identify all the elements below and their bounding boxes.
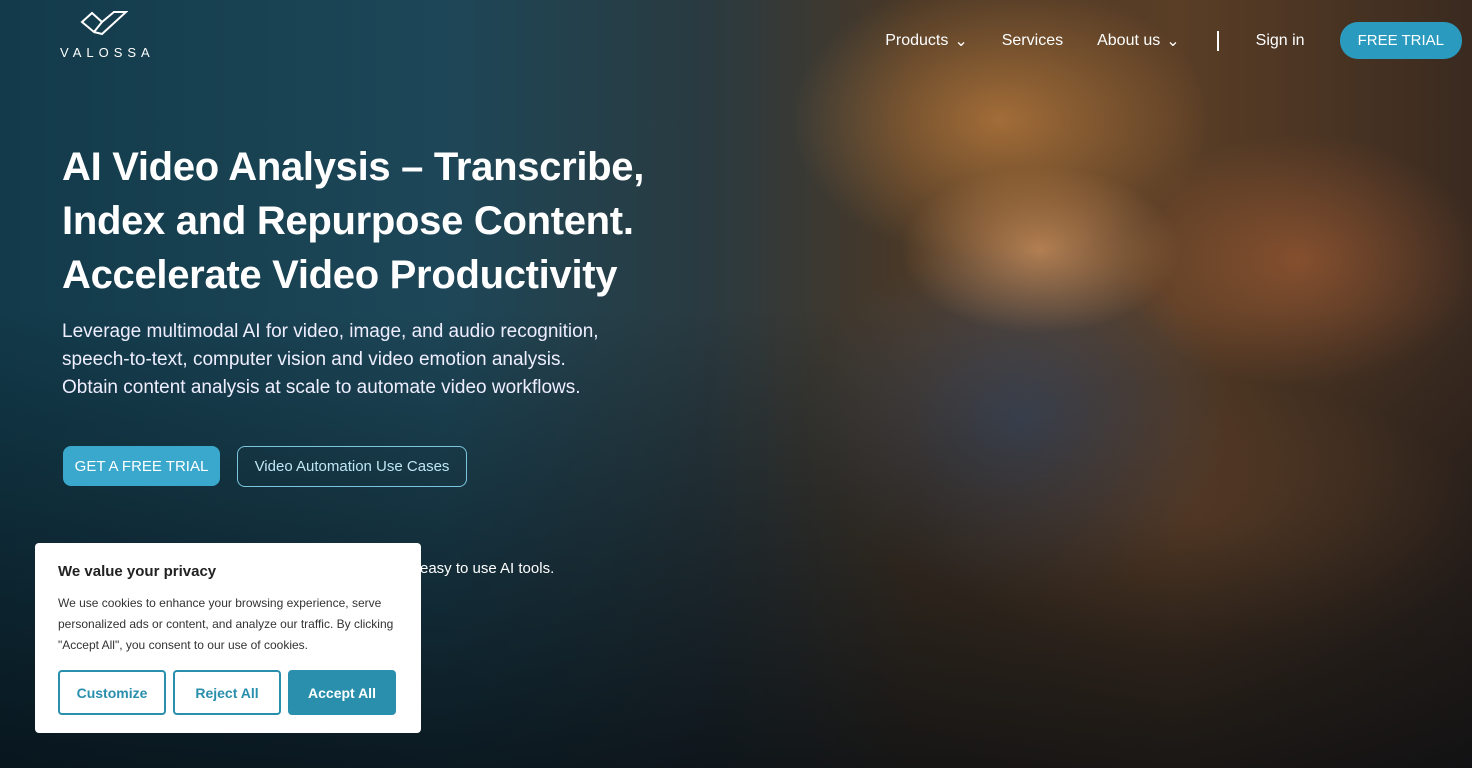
hero-partial-text: easy to use AI tools. — [420, 560, 555, 577]
hero-lead: Leverage multimodal AI for video, image,… — [62, 318, 599, 402]
cookie-body: We use cookies to enhance your browsing … — [58, 596, 394, 652]
nav-services[interactable]: Services — [1002, 32, 1063, 50]
lead-line: Leverage multimodal AI for video, image,… — [62, 321, 599, 342]
cookie-banner: We value your privacy We use cookies to … — [35, 543, 421, 733]
use-cases-button[interactable]: Video Automation Use Cases — [237, 446, 467, 487]
nav-label: About us — [1097, 31, 1161, 49]
chevron-down-icon: ⌄ — [954, 32, 968, 50]
title-line: AI Video Analysis – Transcribe, — [62, 145, 645, 189]
get-free-trial-button[interactable]: GET A FREE TRIAL — [63, 446, 220, 486]
hero-title: AI Video Analysis – Transcribe, Index and… — [62, 140, 644, 302]
chevron-down-icon: ⌄ — [1166, 32, 1180, 50]
logo-mark-icon — [80, 11, 129, 36]
valossa-logo[interactable]: VALOSSA — [56, 10, 152, 60]
brand-name: VALOSSA — [60, 45, 155, 60]
reject-all-button[interactable]: Reject All — [173, 670, 281, 715]
accept-all-button[interactable]: Accept All — [288, 670, 396, 715]
lead-line: Obtain content analysis at scale to auto… — [62, 377, 581, 398]
cookie-title: We value your privacy — [58, 563, 217, 580]
nav-divider — [1216, 30, 1219, 51]
nav-products[interactable]: Products ⌄ — [885, 31, 968, 51]
lead-line: speech-to-text, computer vision and vide… — [62, 349, 566, 370]
customize-button[interactable]: Customize — [58, 670, 166, 715]
nav-label: Services — [1001, 31, 1064, 49]
sign-in-link[interactable]: Sign in — [1256, 32, 1305, 50]
title-line: Accelerate Video Productivity — [62, 253, 618, 297]
title-line: Index and Repurpose Content. — [62, 199, 634, 243]
nav-label: Products — [885, 31, 949, 49]
nav-about-us[interactable]: About us ⌄ — [1097, 31, 1180, 51]
main-nav: Products ⌄ Services About us ⌄ Sign in FRE… — [868, 22, 1462, 59]
free-trial-button[interactable]: FREE TRIAL — [1339, 22, 1462, 59]
